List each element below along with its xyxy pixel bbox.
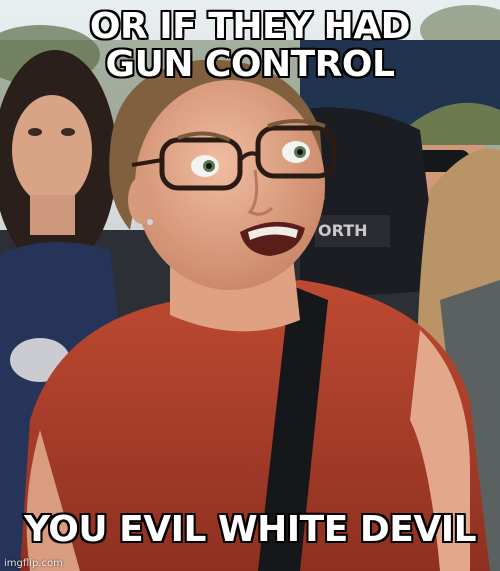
photo-background: ORTH bbox=[0, 0, 500, 571]
bottom-caption: YOU EVIL WHITE DEVIL bbox=[23, 508, 478, 550]
meme-image: ORTH OR IF THEY HAD GUN CONTROL YOU EVIL… bbox=[0, 0, 500, 571]
shirt-logo-text: ORTH bbox=[318, 221, 368, 240]
top-caption: OR IF THEY HAD GUN CONTROL bbox=[89, 6, 412, 86]
watermark: imgflip.com bbox=[4, 558, 63, 569]
